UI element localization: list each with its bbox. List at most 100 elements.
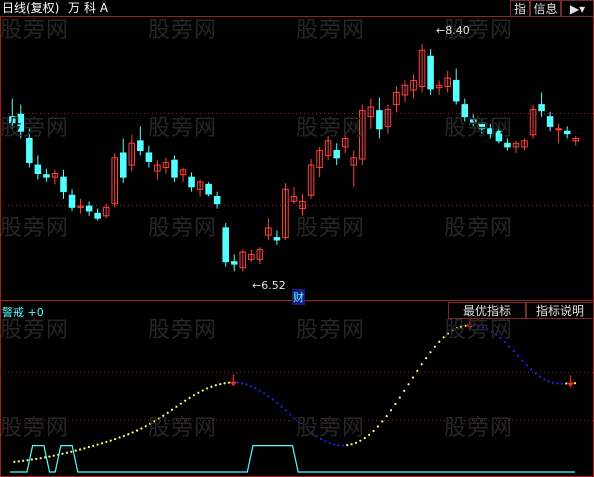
- candle[interactable]: [239, 249, 247, 272]
- rising-dot: [429, 351, 432, 354]
- sell-arrow-icon: [229, 374, 237, 387]
- candle-body-down: [60, 176, 67, 193]
- falling-dot: [302, 425, 305, 428]
- candle[interactable]: [282, 183, 289, 240]
- candle[interactable]: [333, 143, 340, 166]
- candle[interactable]: [341, 131, 349, 153]
- candle[interactable]: [8, 98, 16, 129]
- candle[interactable]: [470, 114, 477, 127]
- candle[interactable]: [128, 134, 136, 172]
- indicator-explain-button[interactable]: 指标说明: [526, 302, 594, 319]
- rising-dot: [175, 405, 178, 408]
- candle[interactable]: [487, 123, 494, 139]
- candle[interactable]: [154, 160, 161, 180]
- candle[interactable]: [299, 194, 306, 216]
- rising-dot: [52, 454, 55, 457]
- indicator-series[interactable]: [10, 317, 577, 473]
- candle-body-down: [546, 116, 554, 127]
- candle[interactable]: [43, 168, 50, 182]
- rising-dot: [170, 408, 174, 411]
- candle[interactable]: [452, 68, 460, 105]
- candle[interactable]: [248, 249, 255, 262]
- rising-dot: [166, 411, 169, 414]
- candle[interactable]: [179, 167, 187, 182]
- candle[interactable]: [563, 126, 571, 139]
- rising-dot: [26, 459, 29, 462]
- rising-dot: [350, 443, 353, 446]
- candle[interactable]: [461, 98, 469, 122]
- candle[interactable]: [324, 136, 332, 161]
- candle[interactable]: [376, 97, 383, 139]
- candle[interactable]: [111, 152, 118, 208]
- candle[interactable]: [529, 104, 537, 139]
- candle[interactable]: [538, 92, 545, 117]
- candle[interactable]: [137, 126, 144, 156]
- candle[interactable]: [256, 247, 264, 265]
- falling-dot: [473, 324, 476, 327]
- falling-dot: [254, 386, 257, 390]
- candle[interactable]: [290, 186, 298, 204]
- candle[interactable]: [94, 208, 101, 221]
- falling-dot: [289, 413, 292, 416]
- candle-body-down: [470, 118, 477, 124]
- falling-dot: [530, 368, 533, 371]
- rising-dot: [118, 436, 121, 439]
- finance-marker[interactable]: 财: [292, 289, 305, 305]
- candle-body-down: [478, 122, 486, 130]
- candle[interactable]: [205, 181, 212, 197]
- rising-dot: [398, 396, 401, 399]
- candle[interactable]: [504, 138, 511, 151]
- candle[interactable]: [393, 86, 400, 112]
- candle[interactable]: [26, 128, 33, 168]
- rising-dot: [376, 425, 380, 428]
- candle-body-down: [273, 237, 281, 241]
- candle[interactable]: [171, 155, 178, 182]
- candle[interactable]: [230, 254, 238, 272]
- candle[interactable]: [512, 140, 520, 153]
- falling-dot: [324, 440, 327, 443]
- candle[interactable]: [68, 189, 76, 211]
- rising-dot: [83, 447, 86, 450]
- candle[interactable]: [119, 138, 127, 184]
- candle[interactable]: [85, 201, 93, 216]
- falling-dot: [280, 405, 283, 408]
- best-indicator-button[interactable]: 最优指标: [448, 302, 526, 319]
- candle[interactable]: [273, 230, 281, 245]
- candle[interactable]: [384, 104, 392, 134]
- rising-dot: [35, 457, 38, 460]
- candle[interactable]: [77, 198, 84, 214]
- rising-dot: [192, 394, 196, 397]
- candle[interactable]: [435, 80, 443, 95]
- arrow-dropdown-icon[interactable]: ▶▾: [561, 0, 594, 17]
- candle[interactable]: [427, 49, 434, 95]
- candle[interactable]: [444, 70, 451, 93]
- candle[interactable]: [572, 136, 580, 146]
- candle[interactable]: [60, 169, 67, 199]
- falling-dot: [525, 363, 528, 367]
- candle[interactable]: [34, 155, 42, 180]
- candle[interactable]: [546, 111, 554, 132]
- candle[interactable]: [521, 138, 528, 151]
- candle[interactable]: [188, 172, 195, 192]
- candle[interactable]: [401, 80, 409, 103]
- candle[interactable]: [17, 104, 25, 139]
- candle[interactable]: [162, 157, 170, 174]
- candle[interactable]: [555, 123, 562, 144]
- candle[interactable]: [495, 126, 503, 144]
- candle[interactable]: [51, 169, 59, 185]
- candle[interactable]: [350, 150, 358, 187]
- candle[interactable]: [213, 191, 221, 209]
- candle[interactable]: [265, 218, 272, 240]
- index-button[interactable]: 指: [510, 0, 530, 17]
- candle[interactable]: [145, 145, 153, 168]
- candle[interactable]: [307, 159, 315, 199]
- candle[interactable]: [478, 119, 486, 134]
- candle[interactable]: [222, 223, 229, 267]
- rising-dot: [455, 327, 458, 330]
- candle[interactable]: [418, 44, 426, 93]
- candle[interactable]: [410, 74, 417, 99]
- candle[interactable]: [316, 146, 323, 178]
- candlestick-series[interactable]: [8, 44, 580, 272]
- info-button[interactable]: 信息: [530, 0, 561, 17]
- candle[interactable]: [196, 179, 204, 197]
